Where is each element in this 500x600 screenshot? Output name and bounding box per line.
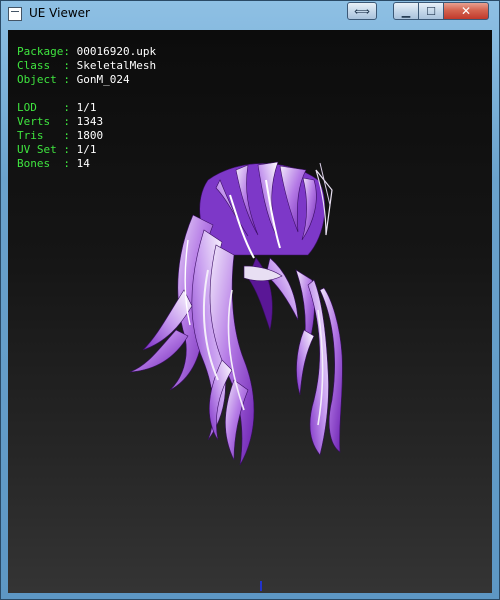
hair-mesh-render [129,161,343,466]
close-button[interactable]: ✕ [443,2,489,20]
title-bar[interactable]: UE Viewer ⟺ ▁ ☐ ✕ [1,1,499,29]
minimize-button[interactable]: ▁ [393,2,419,20]
axis-indicator [260,581,262,591]
app-icon [8,7,22,21]
window-title: UE Viewer [29,6,90,20]
maximize-button[interactable]: ☐ [418,2,444,20]
3d-viewport[interactable]: Package: 00016920.upk Class : SkeletalMe… [8,30,492,593]
restore-button[interactable]: ⟺ [347,2,377,20]
app-window: UE Viewer ⟺ ▁ ☐ ✕ Package: 00016920.upk … [0,0,500,600]
